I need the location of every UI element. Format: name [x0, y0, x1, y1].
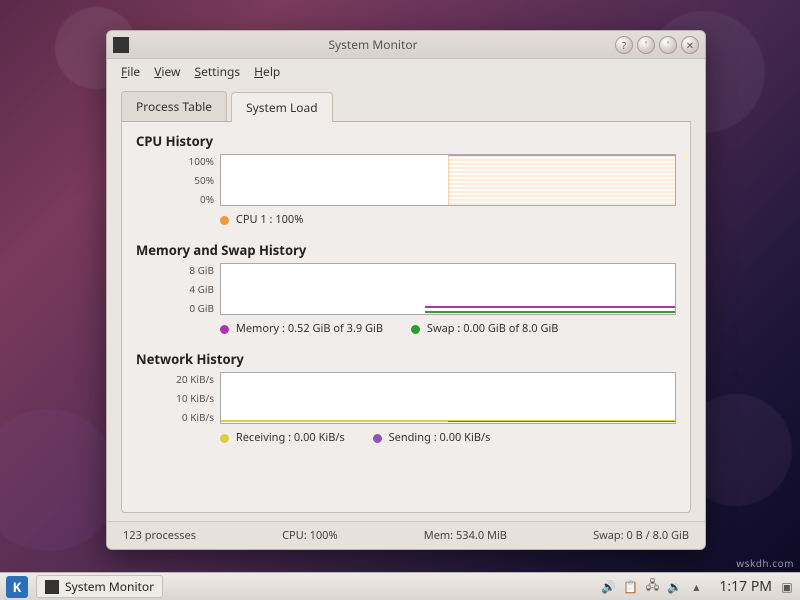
mem-legend-2: Swap : 0.00 GiB of 8.0 GiB: [411, 321, 558, 336]
memory-dot-icon: [220, 325, 229, 334]
task-label: System Monitor: [65, 578, 154, 595]
menu-help[interactable]: Help: [254, 63, 280, 80]
maximize-button[interactable]: ˄: [659, 36, 677, 54]
clock[interactable]: 1:17 PM: [719, 577, 772, 596]
app-icon: [113, 37, 129, 53]
cpu-history-title: CPU History: [136, 132, 676, 150]
status-bar: 123 processes CPU: 100% Mem: 534.0 MiB S…: [107, 521, 705, 549]
status-cpu: CPU: 100%: [282, 528, 337, 543]
watermark: wskdh.com: [736, 556, 794, 570]
memory-series-line: [425, 306, 675, 308]
system-monitor-window: System Monitor ? ˅ ˄ ✕ File View Setting…: [106, 30, 706, 550]
tab-bar: Process Table System Load: [121, 91, 691, 122]
volume-icon[interactable]: 🔊: [601, 578, 615, 595]
network-history-title: Network History: [136, 350, 676, 368]
memory-history-title: Memory and Swap History: [136, 241, 676, 259]
net-legend-1: Receiving : 0.00 KiB/s: [220, 430, 345, 445]
window-title: System Monitor: [135, 36, 611, 53]
network-icon[interactable]: 🖧: [645, 576, 659, 597]
show-desktop-icon[interactable]: ▣: [780, 578, 794, 595]
task-app-icon: [45, 580, 59, 594]
minimize-button[interactable]: ˅: [637, 36, 655, 54]
tray-expand-icon[interactable]: ▴: [689, 578, 703, 595]
cpu-legend-1: CPU 1 : 100%: [220, 212, 303, 227]
status-processes: 123 processes: [123, 528, 196, 543]
sound-icon[interactable]: 🔉: [667, 578, 681, 595]
status-swap: Swap: 0 B / 8.0 GiB: [593, 528, 689, 543]
tab-system-load[interactable]: System Load: [231, 92, 333, 122]
cpu-y-axis: 100% 50% 0%: [136, 154, 214, 206]
close-button[interactable]: ✕: [681, 36, 699, 54]
menu-file[interactable]: File: [121, 63, 140, 80]
mem-plot: [220, 263, 676, 315]
receiving-dot-icon: [220, 434, 229, 443]
sending-dot-icon: [373, 434, 382, 443]
clipboard-icon[interactable]: 📋: [623, 578, 637, 595]
cpu-series-fill: [448, 155, 675, 205]
titlebar[interactable]: System Monitor ? ˅ ˄ ✕: [107, 31, 705, 59]
system-tray: 🔊 📋 🖧 🔉 ▴ 1:17 PM ▣: [601, 576, 794, 597]
status-mem: Mem: 534.0 MiB: [424, 528, 507, 543]
help-button[interactable]: ?: [615, 36, 633, 54]
cpu-history-section: CPU History 100% 50% 0% CPU 1 : 100%: [136, 132, 676, 227]
tab-process-table[interactable]: Process Table: [121, 91, 227, 121]
swap-dot-icon: [411, 325, 420, 334]
app-launcher-button[interactable]: K: [6, 576, 28, 598]
swap-series-line: [425, 311, 675, 313]
net-plot: [220, 372, 676, 424]
cpu-plot: [220, 154, 676, 206]
system-load-panel: CPU History 100% 50% 0% CPU 1 : 100%: [121, 122, 691, 513]
taskbar-entry-system-monitor[interactable]: System Monitor: [36, 575, 163, 598]
net-legend-2: Sending : 0.00 KiB/s: [373, 430, 491, 445]
network-history-section: Network History 20 KiB/s 10 KiB/s 0 KiB/…: [136, 350, 676, 445]
taskbar: K System Monitor 🔊 📋 🖧 🔉 ▴ 1:17 PM ▣: [0, 572, 800, 600]
menubar: File View Settings Help: [107, 59, 705, 83]
sending-series-line: [448, 421, 675, 422]
cpu-dot-icon: [220, 216, 229, 225]
menu-settings[interactable]: Settings: [194, 63, 240, 80]
menu-view[interactable]: View: [154, 63, 180, 80]
mem-legend-1: Memory : 0.52 GiB of 3.9 GiB: [220, 321, 383, 336]
memory-history-section: Memory and Swap History 8 GiB 4 GiB 0 Gi…: [136, 241, 676, 336]
mem-y-axis: 8 GiB 4 GiB 0 GiB: [136, 263, 214, 315]
net-y-axis: 20 KiB/s 10 KiB/s 0 KiB/s: [136, 372, 214, 424]
